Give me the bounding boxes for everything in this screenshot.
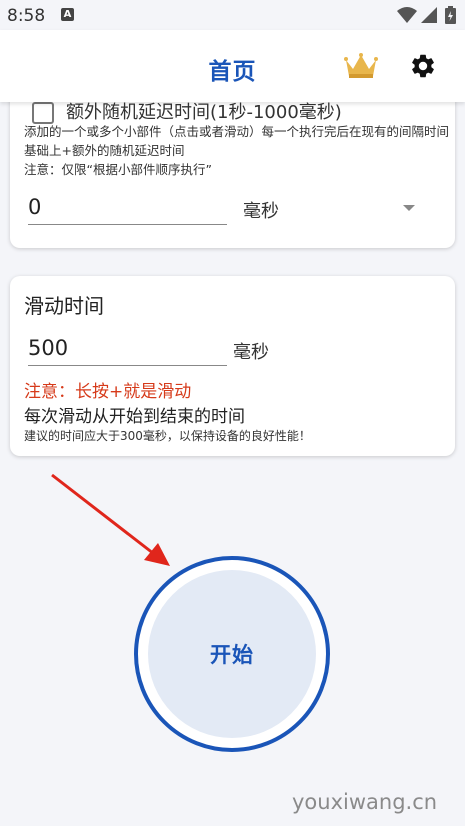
random-delay-checkbox[interactable] (32, 102, 54, 124)
random-delay-unit: 毫秒 (243, 201, 279, 222)
swipe-warning: 注意：长按+就是滑动 (24, 382, 192, 402)
random-delay-description: 添加的一个或多个小部件（点击或者滑动）每一个执行完后在现有的间隔时间基础上+额外… (24, 124, 450, 158)
status-time: 8:58 (7, 6, 46, 26)
status-bar: 8:58 A (0, 0, 465, 30)
unit-dropdown-arrow-icon[interactable] (403, 205, 415, 211)
gear-icon[interactable] (409, 52, 437, 80)
start-button-label: 开始 (210, 643, 254, 667)
swipe-time-input[interactable]: 500 (28, 336, 68, 360)
start-button-inner[interactable]: 开始 (148, 570, 316, 738)
start-button[interactable]: 开始 (134, 556, 330, 752)
random-delay-checkbox-label: 额外随机延迟时间(1秒-1000毫秒) (66, 102, 342, 123)
notification-a-icon: A (61, 8, 74, 21)
swipe-time-input-underline (28, 365, 227, 366)
crown-icon[interactable] (344, 52, 378, 80)
wifi-icon (397, 7, 417, 23)
red-arrow-annotation (51, 473, 170, 566)
random-delay-note: 注意：仅限“根据小部件顺序执行” (24, 162, 212, 177)
app-bar: 首页 (0, 30, 465, 102)
watermark: youxiwang.cn (292, 790, 438, 814)
swipe-time-title: 滑动时间 (24, 294, 104, 318)
signal-icon (421, 7, 437, 23)
random-delay-input-underline (28, 224, 227, 225)
swipe-hint: 建议的时间应大于300毫秒，以保持设备的良好性能！ (24, 429, 311, 443)
random-delay-input[interactable]: 0 (28, 195, 41, 219)
swipe-time-unit: 毫秒 (233, 342, 269, 363)
battery-icon (445, 6, 456, 24)
swipe-time-card: 滑动时间 500 毫秒 注意：长按+就是滑动 每次滑动从开始到结束的时间 建议的… (10, 276, 455, 456)
page-title: 首页 (208, 59, 257, 85)
swipe-info: 每次滑动从开始到结束的时间 (24, 407, 245, 427)
